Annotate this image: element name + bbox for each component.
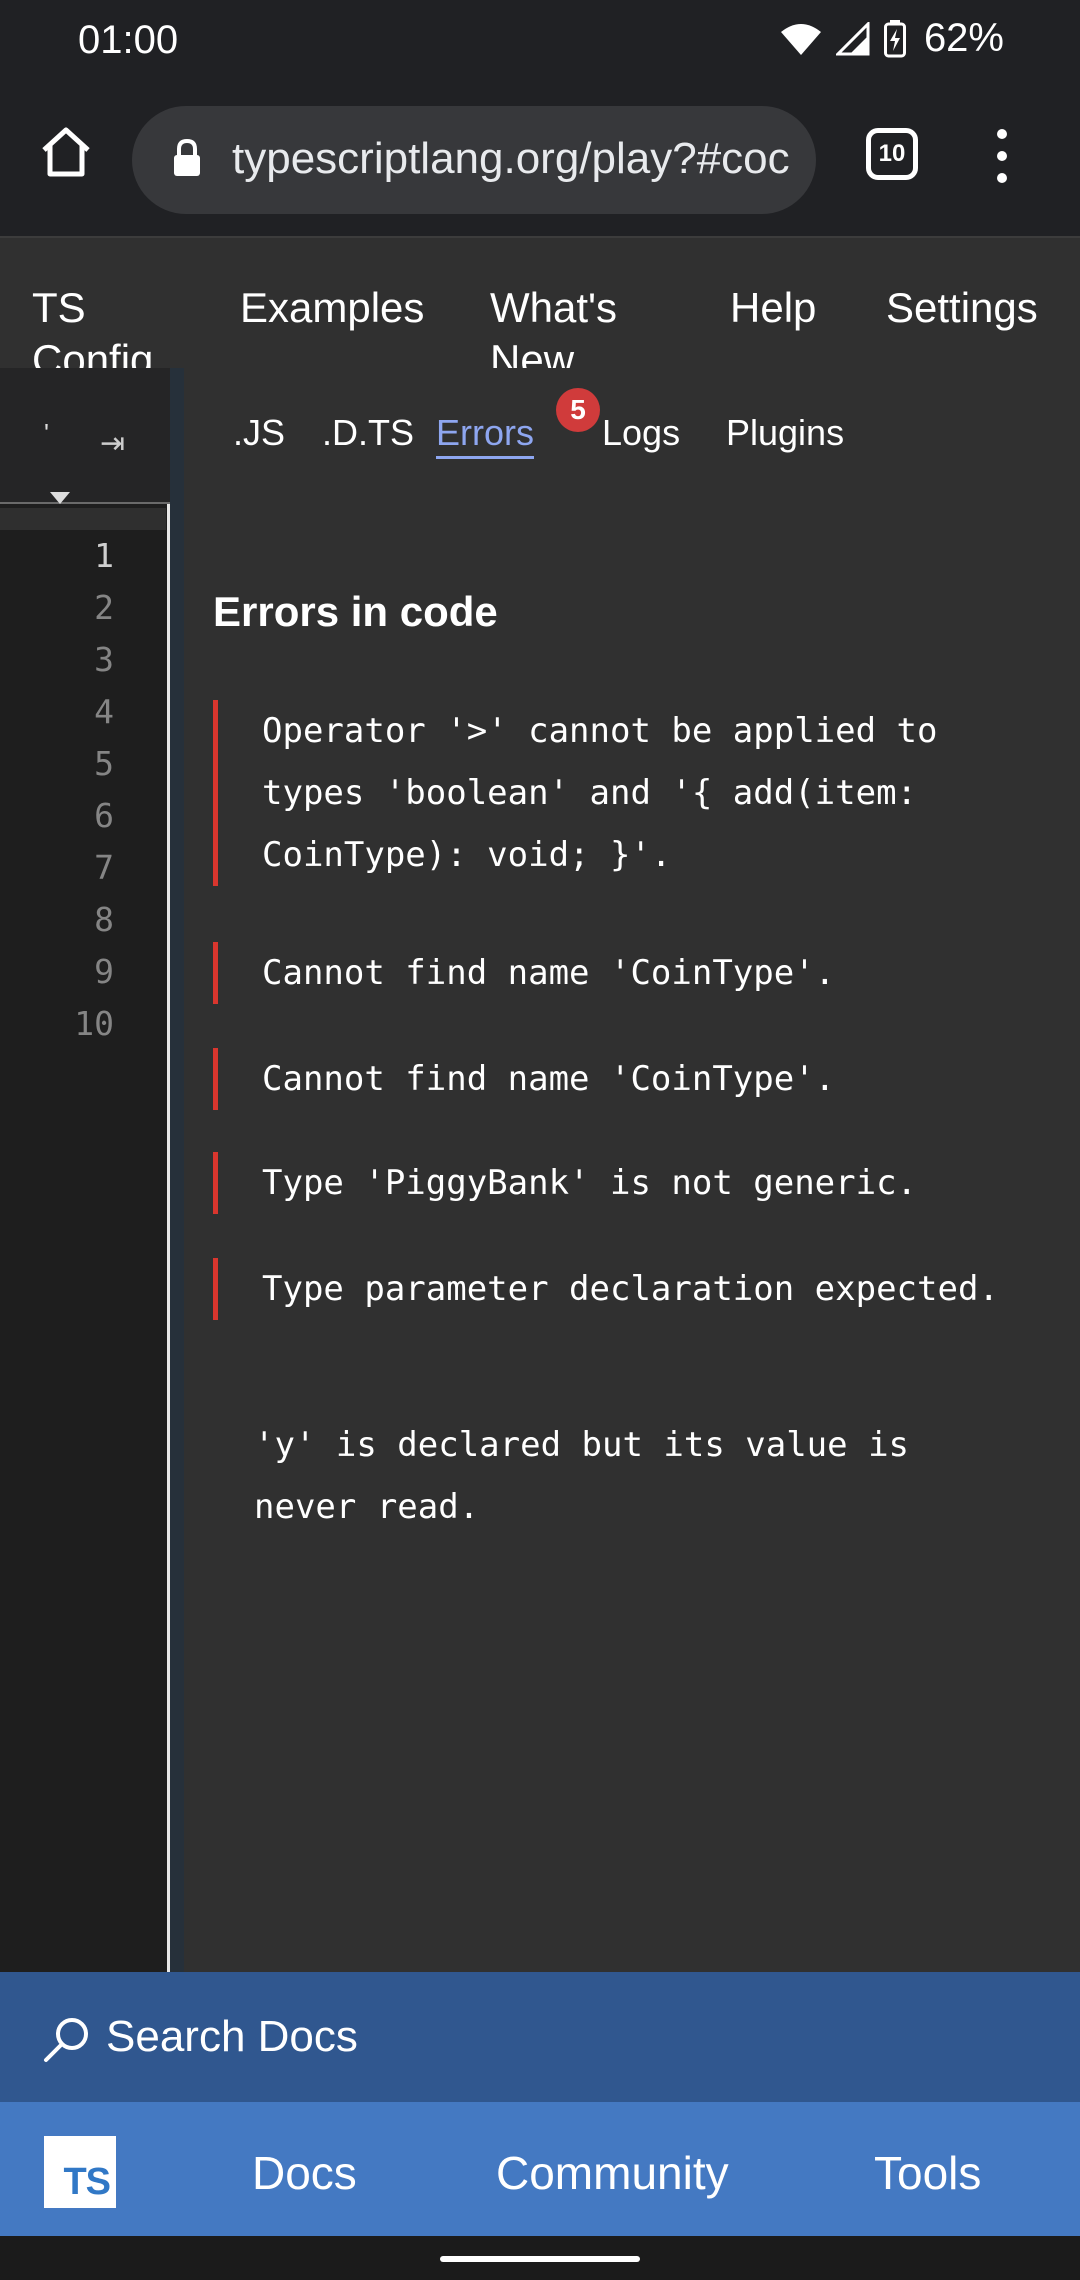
gesture-area (0, 2236, 1080, 2280)
nav-settings[interactable]: Settings (886, 282, 1038, 334)
caret-down-icon[interactable] (50, 492, 70, 504)
nav-help[interactable]: Help (730, 282, 816, 334)
wifi-icon (780, 23, 821, 55)
line-number: 3 (94, 640, 114, 679)
editor-header-mark: ' (44, 418, 49, 448)
errors-heading: Errors in code (213, 588, 498, 635)
error-count-badge: 5 (556, 388, 600, 432)
line-number: 9 (94, 952, 114, 991)
tab-errors[interactable]: Errors (436, 412, 534, 459)
error-message[interactable]: Cannot find name 'CoinType'. (213, 1048, 1013, 1110)
url-text: typescriptlang.org/play?#coc (232, 134, 790, 183)
bottom-nav-tools[interactable]: Tools (874, 2146, 981, 2200)
search-icon (44, 2018, 88, 2062)
editor-toolbar: ' ⇥ (0, 368, 170, 504)
line-number: 5 (94, 744, 114, 783)
error-message[interactable]: Type parameter declaration expected. (213, 1258, 1013, 1320)
error-message[interactable]: Cannot find name 'CoinType'. (213, 942, 1013, 1004)
search-docs-label: Search Docs (106, 2012, 358, 2061)
status-time: 01:00 (78, 18, 179, 62)
tab-plugins[interactable]: Plugins (726, 412, 844, 454)
line-number: 4 (94, 692, 114, 731)
more-menu-icon[interactable] (982, 124, 1022, 188)
status-bar: 01:00 62% (0, 0, 1080, 84)
line-number: 7 (94, 848, 114, 887)
current-line-highlight (0, 508, 166, 530)
nav-ts-config[interactable]: TS Config (32, 282, 153, 368)
address-bar[interactable]: typescriptlang.org/play?#coc (132, 106, 816, 214)
lock-icon (174, 138, 200, 176)
nav-examples[interactable]: Examples (240, 282, 424, 334)
editor-pane[interactable]: ' ⇥ 1 2 3 4 5 6 7 8 9 10 (0, 368, 170, 1972)
tab-arrow-icon[interactable]: ⇥ (100, 426, 125, 461)
line-number: 8 (94, 900, 114, 939)
battery-icon (883, 19, 906, 57)
tab-switcher-button[interactable]: 10 (866, 128, 918, 180)
status-icons: 62% (780, 16, 1004, 61)
output-pane: .JS .D.TS Errors 5 Logs Plugins Errors i… (170, 368, 1080, 1972)
battery-percent: 62% (923, 16, 1004, 60)
tab-logs[interactable]: Logs (602, 412, 680, 454)
pane-divider[interactable] (170, 368, 184, 1972)
error-message[interactable]: Operator '>' cannot be applied to types … (213, 700, 1013, 886)
line-number: 6 (94, 796, 114, 835)
bottom-nav-docs[interactable]: Docs (252, 2146, 357, 2200)
home-gesture-pill[interactable] (440, 2256, 640, 2262)
typescript-logo[interactable]: TS (44, 2136, 116, 2208)
bottom-nav: TS Docs Community Tools (0, 2102, 1080, 2236)
error-message[interactable]: Type 'PiggyBank' is not generic. (213, 1152, 1013, 1214)
browser-toolbar: typescriptlang.org/play?#coc 10 (0, 84, 1080, 238)
home-icon[interactable] (38, 124, 94, 180)
search-docs-bar[interactable]: Search Docs (0, 1972, 1080, 2102)
signal-icon (835, 21, 870, 55)
tab-js[interactable]: .JS (233, 412, 285, 454)
line-number: 1 (94, 536, 114, 575)
bottom-nav-community[interactable]: Community (496, 2146, 729, 2200)
warning-message[interactable]: 'y' is declared but its value is never r… (213, 1414, 1013, 1538)
tab-dts[interactable]: .D.TS (322, 412, 414, 454)
site-nav: TS Config Examples What's New Help Setti… (0, 238, 1080, 368)
line-number: 10 (74, 1004, 114, 1043)
nav-whats-new[interactable]: What's New (490, 282, 640, 368)
line-number: 2 (94, 588, 114, 627)
